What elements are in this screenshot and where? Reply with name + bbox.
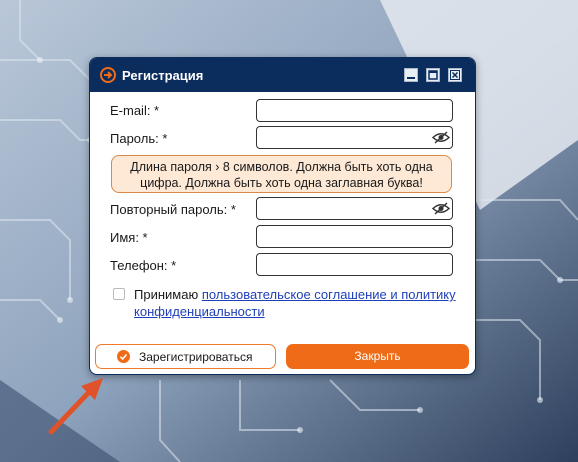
password-field[interactable] bbox=[256, 126, 453, 149]
register-button-label: Зарегистрироваться bbox=[139, 350, 253, 364]
eye-icon[interactable] bbox=[432, 201, 450, 216]
password-hint-line-2: цифра. Должна быть хоть одна заглавная б… bbox=[140, 176, 423, 190]
email-field[interactable] bbox=[256, 99, 453, 122]
agreement-text: Принимаю пользовательское соглашение и п… bbox=[134, 286, 464, 320]
name-label: Имя: * bbox=[110, 230, 148, 245]
close-window-button[interactable] bbox=[448, 68, 462, 82]
eye-icon[interactable] bbox=[432, 130, 450, 145]
checkmark-circle-icon bbox=[117, 350, 130, 363]
password-label: Пароль: * bbox=[110, 131, 168, 146]
email-label: E-mail: * bbox=[110, 103, 160, 118]
phone-field[interactable] bbox=[256, 253, 453, 276]
phone-label: Телефон: * bbox=[110, 258, 177, 273]
name-field[interactable] bbox=[256, 225, 453, 248]
dialog-titlebar[interactable]: Регистрация bbox=[90, 58, 475, 92]
agreement-checkbox[interactable] bbox=[113, 288, 125, 300]
minimize-icon bbox=[407, 77, 415, 79]
minimize-button[interactable] bbox=[404, 68, 418, 82]
close-button[interactable]: Закрыть bbox=[286, 344, 469, 369]
password-hint-line-1: Длина пароля › 8 символов. Должна быть х… bbox=[130, 160, 433, 174]
register-button[interactable]: Зарегистрироваться bbox=[95, 344, 276, 369]
agreement-prefix: Принимаю bbox=[134, 287, 199, 302]
dialog-title: Регистрация bbox=[122, 68, 204, 83]
close-icon bbox=[450, 70, 460, 80]
repeat-password-label: Повторный пароль: * bbox=[110, 202, 236, 217]
repeat-password-field[interactable] bbox=[256, 197, 453, 220]
registration-dialog: Регистрация E-mail: * Пароль: * Длина па… bbox=[89, 57, 476, 375]
password-requirements-hint: Длина пароля › 8 символов. Должна быть х… bbox=[111, 155, 452, 193]
maximize-button[interactable] bbox=[426, 68, 440, 82]
logo-icon bbox=[100, 67, 116, 83]
arrow-pointer-icon bbox=[48, 378, 103, 435]
maximize-icon bbox=[428, 70, 438, 80]
